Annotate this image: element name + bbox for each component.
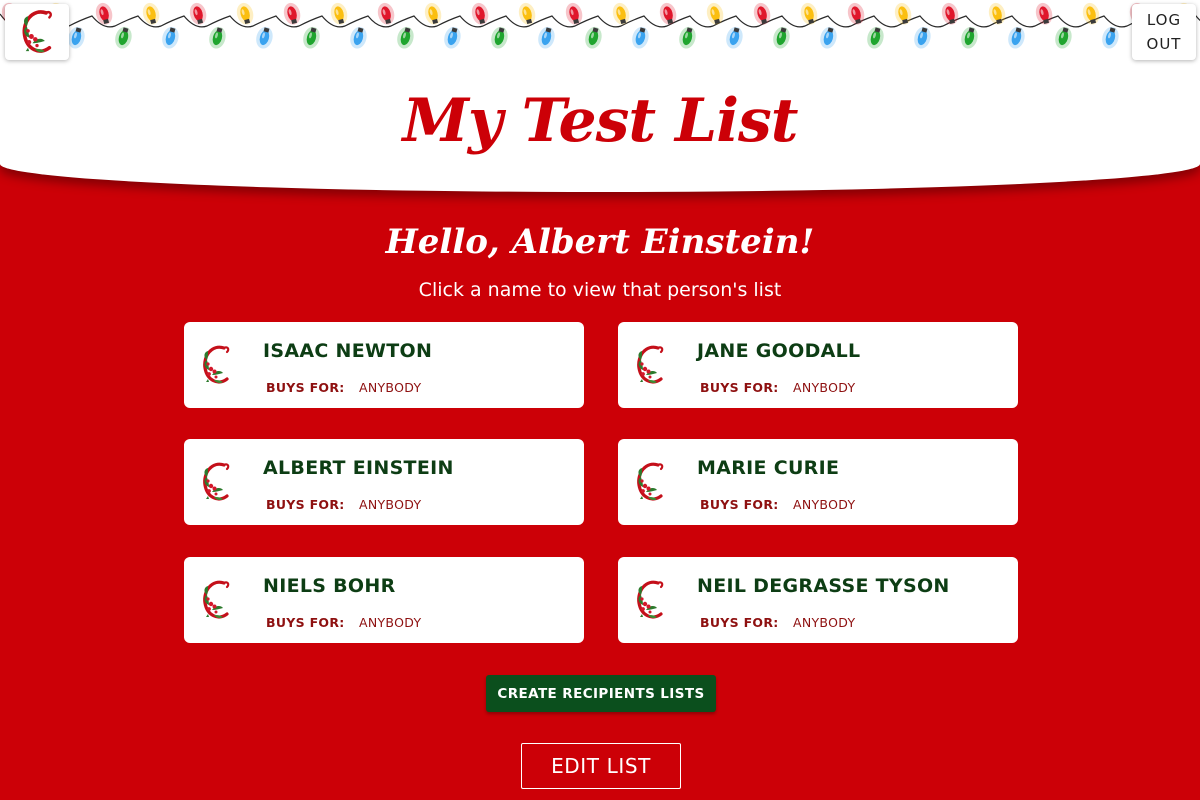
light-bulb [961,26,978,49]
buys-for-value: ANYBODY [359,615,422,630]
logout-button[interactable]: LOG OUT [1132,4,1196,60]
edit-list-button[interactable]: EDIT LIST [521,743,681,789]
buys-for-value: ANYBODY [793,380,856,395]
string-lights-decoration [0,2,1200,49]
light-bulb [1102,26,1119,49]
wreath-c-icon [634,459,666,505]
light-bulb [95,2,113,25]
light-bulb [800,2,818,25]
wreath-c-icon [19,6,55,58]
wreath-c-icon [200,577,232,623]
buys-for-value: ANYBODY [793,497,856,512]
person-name: ISAAC NEWTON [263,340,433,362]
light-bulb [820,26,837,49]
logout-label-line1: LOG [1146,11,1182,29]
person-card-jane-goodall[interactable]: JANE GOODALL BUYS FOR: ANYBODY [618,322,1018,408]
light-bulb [350,26,367,49]
light-bulb [1082,2,1100,25]
instructions-text: Click a name to view that person's list [418,279,782,301]
light-bulb [162,26,179,49]
person-card-neil-degrasse-tyson[interactable]: NEIL DEGRASSE TYSON BUYS FOR: ANYBODY [618,557,1018,643]
person-card-marie-curie[interactable]: MARIE CURIE BUYS FOR: ANYBODY [618,439,1018,525]
person-card-niels-bohr[interactable]: NIELS BOHR BUYS FOR: ANYBODY [184,557,584,643]
light-bulb [330,2,348,25]
buys-for-value: ANYBODY [793,615,856,630]
person-name: NEIL DEGRASSE TYSON [697,575,950,597]
light-bulb [256,26,273,49]
light-bulb [585,26,602,49]
create-recipients-lists-button[interactable]: CREATE RECIPIENTS LISTS [486,675,716,712]
wreath-c-icon [634,342,666,388]
light-bulb [773,26,790,49]
wreath-c-icon [200,342,232,388]
light-bulb [424,2,442,25]
light-bulb [142,2,160,25]
light-wire [0,13,1200,28]
person-name: ALBERT EINSTEIN [263,457,454,479]
logout-label-line2: OUT [1146,35,1182,53]
light-bulb [726,26,743,49]
light-bulb [753,2,771,25]
buys-for-value: ANYBODY [359,497,422,512]
light-bulb [867,26,884,49]
light-bulb [471,2,489,25]
light-bulb [632,26,649,49]
light-bulb [847,2,865,25]
light-bulb [679,26,696,49]
person-name: NIELS BOHR [263,575,396,597]
wreath-c-icon [634,577,666,623]
greeting-heading: Hello, Albert Einstein! [385,222,815,262]
buys-for-label: BUYS FOR: [266,615,345,630]
light-bulb [1035,2,1053,25]
buys-for-label: BUYS FOR: [700,380,779,395]
home-logo-button[interactable] [5,4,69,60]
person-card-albert-einstein[interactable]: ALBERT EINSTEIN BUYS FOR: ANYBODY [184,439,584,525]
person-name: MARIE CURIE [697,457,840,479]
light-bulb [941,2,959,25]
light-bulb [209,26,226,49]
page-title: My Test List [402,86,799,156]
buys-for-label: BUYS FOR: [700,497,779,512]
light-bulb [444,26,461,49]
buys-for-value: ANYBODY [359,380,422,395]
light-bulb [538,26,555,49]
wreath-c-icon [200,459,232,505]
light-bulb [68,26,85,49]
light-bulb [1055,26,1072,49]
light-bulb [491,26,508,49]
light-bulb [115,26,132,49]
light-bulb [914,26,931,49]
light-bulb [894,2,912,25]
light-bulb [283,2,301,25]
person-name: JANE GOODALL [697,340,861,362]
light-bulb [1008,26,1025,49]
buys-for-label: BUYS FOR: [266,380,345,395]
light-bulb [377,2,395,25]
light-bulb [659,2,677,25]
light-bulb [303,26,320,49]
buys-for-label: BUYS FOR: [266,497,345,512]
buys-for-label: BUYS FOR: [700,615,779,630]
light-bulb [397,26,414,49]
light-bulb [706,2,724,25]
person-card-isaac-newton[interactable]: ISAAC NEWTON BUYS FOR: ANYBODY [184,322,584,408]
light-bulb [988,2,1006,25]
